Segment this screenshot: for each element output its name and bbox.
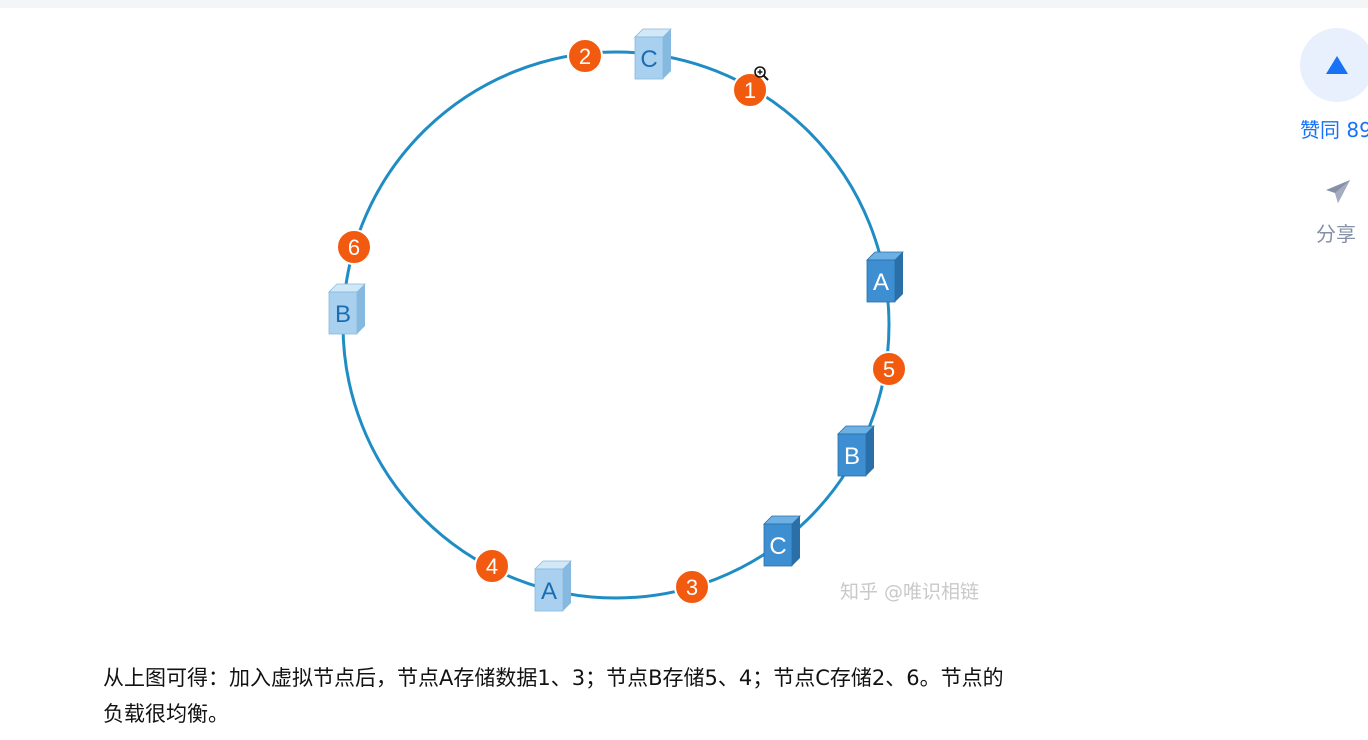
data-point-label: 4 (486, 554, 498, 579)
share-label[interactable]: 分享 (1316, 218, 1356, 247)
server-node-side-face (357, 284, 365, 334)
server-node-label: B (335, 301, 351, 328)
watermark: 知乎 @唯识相链 (840, 581, 979, 603)
article-page: C A B C A B 1 2 3 4 5 6 知乎 @唯识相链 从上图可得：加入虚拟节点后，节点A… (0, 0, 1368, 740)
data-point-2: 2 (567, 38, 603, 74)
data-point-label: 1 (744, 78, 756, 103)
hash-ring (341, 50, 891, 600)
server-node-label: B (844, 443, 860, 470)
share-button[interactable] (1322, 176, 1354, 208)
caption-line-2: 负载很均衡。 (103, 702, 229, 726)
hash-ring-diagram: C A B C A B 1 2 3 4 5 6 知乎 @唯识相链 (328, 28, 979, 612)
server-node-label: C (769, 533, 786, 560)
server-node-side-face (663, 29, 671, 79)
data-point-label: 6 (348, 235, 360, 260)
server-node-side-face (866, 426, 874, 476)
server-node-side-face (792, 516, 800, 566)
server-node-c-0: C (634, 28, 672, 80)
data-point-3: 3 (674, 569, 710, 605)
data-point-6: 6 (336, 229, 372, 265)
server-node-side-face (895, 252, 903, 302)
paper-plane-icon (1326, 180, 1350, 203)
triangle-up-icon (1326, 56, 1348, 74)
server-node-a-4: A (534, 560, 572, 612)
server-node-label: C (640, 46, 657, 73)
caption: 从上图可得：加入虚拟节点后，节点A存储数据1、3；节点B存储5、4；节点C存储2… (103, 660, 1213, 732)
faint-watermark (868, 107, 886, 122)
data-point-label: 2 (579, 44, 591, 69)
data-point-4: 4 (474, 548, 510, 584)
server-node-b-2: B (837, 425, 875, 477)
nodes-layer: C A B C A B (328, 28, 904, 612)
like-count-label[interactable]: 赞同 89 (1300, 114, 1368, 143)
data-point-5: 5 (871, 351, 907, 387)
server-node-b-5: B (328, 283, 366, 335)
data-point-1: 1 (732, 72, 768, 108)
caption-line-1: 从上图可得：加入虚拟节点后，节点A存储数据1、3；节点B存储5、4；节点C存储2… (103, 666, 1004, 690)
server-node-label: A (873, 269, 889, 296)
data-point-label: 5 (883, 357, 895, 382)
server-node-a-1: A (866, 251, 904, 303)
server-node-label: A (541, 578, 557, 605)
server-node-side-face (563, 561, 571, 611)
data-point-label: 3 (686, 575, 698, 600)
like-button[interactable] (1300, 28, 1368, 102)
server-node-c-3: C (763, 515, 801, 567)
